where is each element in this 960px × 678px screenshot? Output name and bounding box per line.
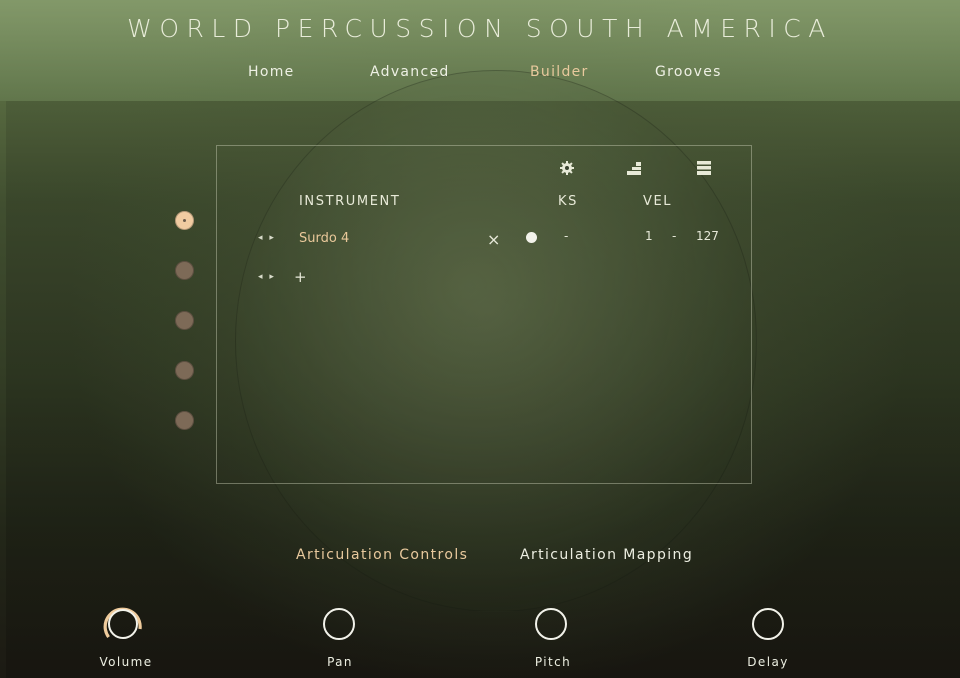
slot-pin <box>183 219 186 222</box>
articulation-slot-3[interactable] <box>175 311 194 330</box>
pan-knob[interactable] <box>319 604 359 644</box>
list-icon[interactable] <box>697 160 711 179</box>
volume-knob-graphic <box>103 607 142 639</box>
nav-builder[interactable]: Builder <box>530 64 589 80</box>
gear-icon[interactable] <box>559 160 575 180</box>
add-instrument-button[interactable]: + <box>294 268 307 286</box>
tab-articulation-controls[interactable]: Articulation Controls <box>296 547 468 563</box>
nav-home[interactable]: Home <box>248 64 295 80</box>
app-title: WORLD PERCUSSION SOUTH AMERICA <box>127 14 833 43</box>
ks-value[interactable]: - <box>564 229 568 243</box>
tab-articulation-mapping[interactable]: Articulation Mapping <box>520 547 693 563</box>
pan-label: Pan <box>327 655 353 669</box>
articulation-slot-1[interactable] <box>175 211 194 230</box>
column-header-vel: VEL <box>643 194 673 209</box>
articulation-slot-5[interactable] <box>175 411 194 430</box>
articulation-slot-2[interactable] <box>175 261 194 280</box>
volume-knob[interactable] <box>103 604 143 644</box>
remove-instrument-button[interactable]: × <box>487 230 500 249</box>
instrument-builder-panel: INSTRUMENT KS VEL ◂ ▸ Surdo 4 × - 1 - 12… <box>216 145 752 484</box>
column-header-instrument: INSTRUMENT <box>299 194 401 209</box>
ks-toggle[interactable] <box>526 232 537 243</box>
new-instrument-arrows[interactable]: ◂ ▸ <box>258 272 276 282</box>
vel-high-value[interactable]: 127 <box>696 229 719 243</box>
stairs-icon[interactable] <box>627 160 641 179</box>
instrument-name[interactable]: Surdo 4 <box>299 231 349 246</box>
articulation-slot-4[interactable] <box>175 361 194 380</box>
volume-label: Volume <box>99 655 153 669</box>
nav-grooves[interactable]: Grooves <box>655 64 722 80</box>
nav-advanced[interactable]: Advanced <box>370 64 450 80</box>
vel-low-value[interactable]: 1 <box>645 229 653 243</box>
pitch-label: Pitch <box>534 655 572 669</box>
pitch-knob[interactable] <box>531 604 571 644</box>
column-header-ks: KS <box>558 194 578 209</box>
delay-knob[interactable] <box>748 604 788 644</box>
vel-separator: - <box>672 229 677 243</box>
delay-label: Delay <box>747 655 789 669</box>
instrument-prev-next-arrows[interactable]: ◂ ▸ <box>258 233 276 243</box>
